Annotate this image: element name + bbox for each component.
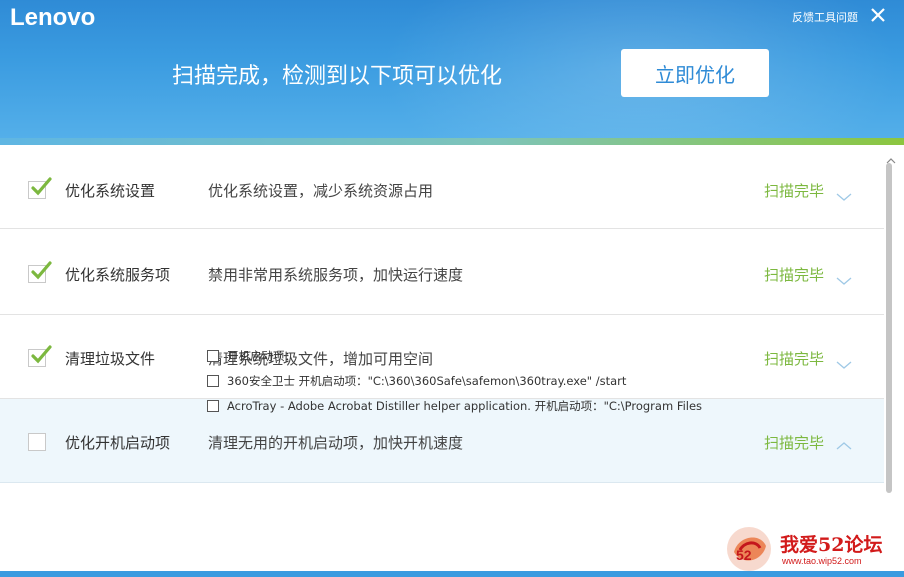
startup-item-label: 360安全卫士 开机启动项："C:\360\360Safe\safemon\36… [227,374,627,388]
item-status: 扫描完毕 [764,434,825,452]
item-description: 优化系统设置，减少系统资源占用 [208,182,434,200]
item-status: 扫描完毕 [764,350,825,368]
startup-item-checkbox[interactable] [207,400,219,412]
optimize-now-button[interactable]: 立即优化 [621,49,769,97]
watermark-logo-icon: 52 [722,522,776,576]
checkmark-icon [31,345,52,364]
chevron-down-icon[interactable] [836,271,852,285]
startup-list-item[interactable]: 开机启动项： [207,348,296,364]
scroll-up-arrow-icon[interactable] [886,150,896,164]
checkmark-icon [31,177,52,196]
startup-item-checkbox[interactable] [207,375,219,387]
item-checkbox[interactable] [28,433,46,451]
chevron-down-icon[interactable] [836,187,852,201]
item-title: 优化系统设置 [65,182,156,200]
item-title: 优化开机启动项 [65,434,171,452]
scan-progress-fill [0,138,904,145]
item-checkbox[interactable] [28,177,52,199]
feedback-link[interactable]: 反馈工具问题 [792,9,858,25]
startup-item-label: AcroTray - Adobe Acrobat Distiller helpe… [227,399,703,413]
item-description: 清理无用的开机启动项，加快开机速度 [208,434,464,452]
startup-item-label: 开机启动项： [227,349,296,363]
item-checkbox[interactable] [28,261,52,283]
item-description: 禁用非常用系统服务项，加快运行速度 [208,266,464,284]
lenovo-logo: Lenovo [10,4,96,31]
scan-result-message: 扫描完成，检测到以下项可以优化 [172,64,503,89]
item-status: 扫描完毕 [764,182,825,200]
startup-list-item[interactable]: 360安全卫士 开机启动项："C:\360\360Safe\safemon\36… [207,373,626,389]
list-item-system-settings[interactable]: 优化系统设置 优化系统设置，减少系统资源占用 扫描完毕 [0,145,884,229]
startup-list-item[interactable]: AcroTray - Adobe Acrobat Distiller helpe… [207,398,702,414]
startup-item-checkbox[interactable] [207,350,219,362]
chevron-up-icon[interactable] [836,436,852,450]
chevron-down-icon[interactable] [836,355,852,369]
scan-progress-bar [0,138,904,145]
svg-text:52: 52 [736,547,752,563]
optimization-list: 优化系统设置 优化系统设置，减少系统资源占用 扫描完毕 优化系统服务项 禁用非常… [0,145,884,577]
item-status: 扫描完毕 [764,266,825,284]
header-banner: Lenovo 反馈工具问题 扫描完成，检测到以下项可以优化 立即优化 [0,0,904,142]
list-item-system-services[interactable]: 优化系统服务项 禁用非常用系统服务项，加快运行速度 扫描完毕 [0,231,884,315]
checkmark-icon [31,261,52,280]
scrollbar-thumb[interactable] [886,163,892,493]
item-checkbox[interactable] [28,345,52,367]
item-title: 优化系统服务项 [65,266,171,284]
close-icon[interactable] [869,6,887,24]
item-title: 清理垃圾文件 [65,350,156,368]
watermark-text: 我爱52论坛 [780,534,883,556]
watermark: 52 我爱52论坛 www.tao.wip52.com [722,516,904,577]
watermark-url: www.tao.wip52.com [782,556,862,566]
